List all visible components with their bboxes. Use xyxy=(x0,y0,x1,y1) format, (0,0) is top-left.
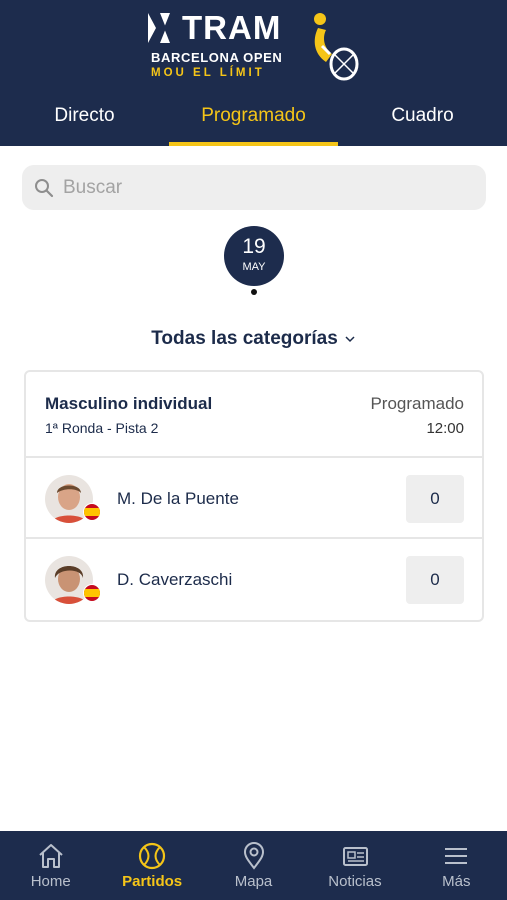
category-filter-dropdown[interactable]: Todas las categorías xyxy=(0,328,507,350)
logo-event-text: BARCELONA OPEN xyxy=(151,50,283,65)
tram-x-logo-icon xyxy=(148,13,178,43)
match-card[interactable]: Masculino individual 1ª Ronda - Pista 2 … xyxy=(24,370,484,622)
match-category: Masculino individual xyxy=(45,394,213,413)
match-time: 12:00 xyxy=(426,420,464,437)
player-name: D. Caverzaschi xyxy=(117,570,233,589)
match-round-court: 1ª Ronda - Pista 2 xyxy=(45,420,159,436)
logo-brand-text: TRAM xyxy=(182,9,282,46)
match-tabs: Directo Programado Cuadro xyxy=(0,96,507,146)
player-row[interactable]: M. De la Puente 0 xyxy=(26,459,482,539)
tennis-player-logo-icon xyxy=(314,13,359,81)
player-row[interactable]: D. Caverzaschi 0 xyxy=(26,540,482,620)
logo-tagline-text: MOU EL LÍMIT xyxy=(151,67,265,79)
app-header: TRAM BARCELONA OPEN MOU EL LÍMIT Directo… xyxy=(0,0,507,146)
nav-partidos[interactable]: Partidos xyxy=(101,831,202,900)
spain-flag-icon xyxy=(83,584,101,602)
nav-mas-label: Más xyxy=(442,873,471,890)
nav-noticias-label: Noticias xyxy=(328,873,382,890)
nav-home-label: Home xyxy=(30,873,71,890)
search-input[interactable] xyxy=(63,176,463,199)
date-indicator-dot xyxy=(251,289,257,295)
tram-barcelona-open-logo: TRAM BARCELONA OPEN MOU EL LÍMIT xyxy=(148,10,360,84)
menu-icon xyxy=(445,848,468,864)
player-score: 0 xyxy=(406,556,464,604)
nav-mas[interactable]: Más xyxy=(406,831,507,900)
tennis-ball-icon xyxy=(139,842,166,870)
tab-programado[interactable]: Programado xyxy=(169,96,338,146)
tab-cuadro[interactable]: Cuadro xyxy=(338,96,507,146)
date-selector-selected[interactable]: 19 MAY xyxy=(224,226,284,286)
match-card-header: Masculino individual 1ª Ronda - Pista 2 … xyxy=(26,372,482,458)
newspaper-icon xyxy=(342,847,368,866)
date-day: 19 xyxy=(242,235,266,258)
nav-mapa-label: Mapa xyxy=(234,873,273,890)
nav-partidos-label: Partidos xyxy=(122,873,183,890)
player-score: 0 xyxy=(406,475,464,523)
map-pin-icon xyxy=(243,842,264,870)
spain-flag-icon xyxy=(83,503,101,521)
bottom-navigation: Home Partidos Mapa Noticias Más xyxy=(0,831,507,900)
home-icon xyxy=(39,844,63,868)
player-name: M. De la Puente xyxy=(117,489,239,508)
category-filter-label: Todas las categorías xyxy=(151,328,338,349)
tab-directo[interactable]: Directo xyxy=(0,96,169,146)
match-status: Programado xyxy=(370,394,464,413)
search-bar[interactable] xyxy=(22,165,486,210)
nav-noticias[interactable]: Noticias xyxy=(304,831,405,900)
nav-home[interactable]: Home xyxy=(0,831,101,900)
search-icon xyxy=(35,178,54,197)
date-month: MAY xyxy=(242,261,266,273)
chevron-down-icon xyxy=(345,336,355,343)
nav-mapa[interactable]: Mapa xyxy=(203,831,304,900)
